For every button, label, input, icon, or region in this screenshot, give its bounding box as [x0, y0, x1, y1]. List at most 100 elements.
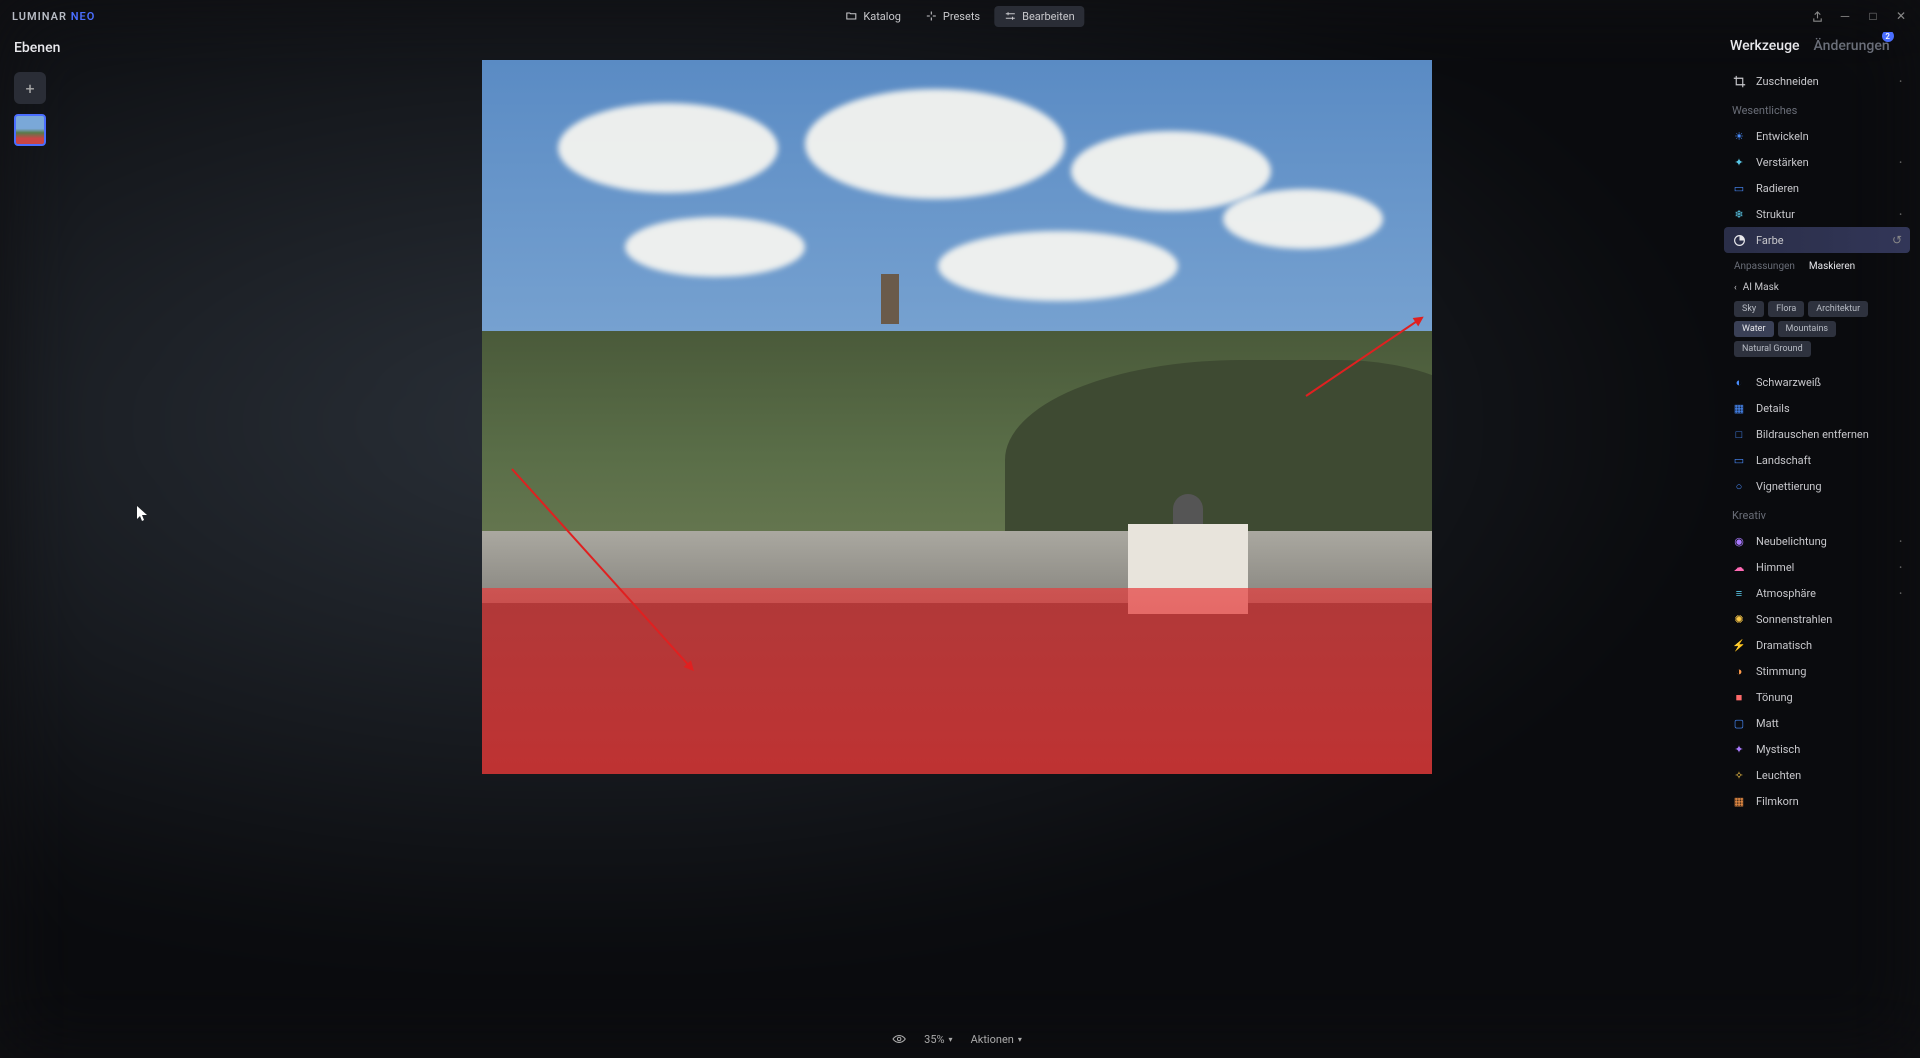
topbar: LUMINAR NEO Katalog Presets Bearbeiten ─…: [0, 0, 1920, 32]
share-icon[interactable]: [1810, 9, 1824, 23]
actions-menu[interactable]: Aktionen ▾: [971, 1033, 1022, 1046]
tool-label: Zuschneiden: [1756, 75, 1819, 88]
tool-radieren[interactable]: ▭ Radieren: [1724, 175, 1910, 201]
crop-icon: [1732, 74, 1746, 88]
enhance-icon: ✦: [1732, 155, 1746, 169]
image-canvas[interactable]: [482, 60, 1432, 774]
tool-details[interactable]: ▦ Details: [1724, 395, 1910, 421]
zoom-level[interactable]: 35% ▾: [924, 1033, 952, 1046]
chevron-down-icon: ▾: [949, 1035, 953, 1044]
window-controls: ─ □ ✕: [1810, 9, 1908, 23]
tab-werkzeuge[interactable]: Werkzeuge: [1730, 38, 1800, 54]
cloud: [1223, 189, 1383, 249]
chip-natural-ground[interactable]: Natural Ground: [1734, 341, 1811, 357]
grain-icon: ▦: [1732, 794, 1746, 808]
logo-text: LUMINAR: [12, 10, 67, 23]
tool-leuchten[interactable]: ✧ Leuchten: [1724, 762, 1910, 788]
tool-filmkorn[interactable]: ▦ Filmkorn: [1724, 788, 1910, 814]
tool-label: Struktur: [1756, 208, 1795, 221]
tool-landschaft[interactable]: ▭ Landschaft: [1724, 447, 1910, 473]
structure-icon: ❄: [1732, 207, 1746, 221]
tool-entwickeln[interactable]: ☀ Entwickeln: [1724, 123, 1910, 149]
tool-label: Vignettierung: [1756, 480, 1822, 493]
subtab-anpassungen[interactable]: Anpassungen: [1734, 261, 1795, 272]
tool-dramatisch[interactable]: ⚡ Dramatisch: [1724, 632, 1910, 658]
tool-label: Details: [1756, 402, 1790, 415]
mouse-cursor: [137, 506, 149, 522]
landscape-icon: ▭: [1732, 453, 1746, 467]
cloud: [625, 217, 805, 277]
tool-neubelichtung[interactable]: ◉ Neubelichtung •: [1724, 528, 1910, 554]
close-button[interactable]: ✕: [1894, 9, 1908, 23]
subtab-maskieren[interactable]: Maskieren: [1809, 261, 1855, 272]
maximize-button[interactable]: □: [1866, 9, 1880, 23]
modified-dot: •: [1899, 589, 1902, 598]
sparkle-icon: [925, 10, 937, 22]
tool-toenung[interactable]: ■ Tönung: [1724, 684, 1910, 710]
reset-icon[interactable]: ↺: [1892, 233, 1902, 247]
main-layout: Ebenen + 35% ▾: [0, 32, 1920, 1058]
section-wesentliches: Wesentliches: [1724, 94, 1910, 123]
tool-label: Filmkorn: [1756, 795, 1799, 808]
chip-mountains[interactable]: Mountains: [1778, 321, 1837, 337]
tool-stimmung[interactable]: ◑ Stimmung: [1724, 658, 1910, 684]
tool-matt[interactable]: ▢ Matt: [1724, 710, 1910, 736]
modified-dot: •: [1899, 210, 1902, 219]
ai-mask-label: AI Mask: [1743, 282, 1779, 293]
cloud: [938, 231, 1178, 301]
tool-label: Verstärken: [1756, 156, 1809, 169]
tool-zuschneiden[interactable]: Zuschneiden •: [1724, 68, 1910, 94]
zoom-value: 35%: [924, 1033, 944, 1046]
canvas-bottom-bar: 35% ▾ Aktionen ▾: [892, 1032, 1022, 1046]
sky-icon: ☁: [1732, 560, 1746, 574]
denoise-icon: □: [1732, 427, 1746, 441]
mood-icon: ◑: [1732, 664, 1746, 678]
tool-vignettierung[interactable]: ○ Vignettierung: [1724, 473, 1910, 499]
matte-icon: ▢: [1732, 716, 1746, 730]
nav-presets[interactable]: Presets: [915, 6, 990, 27]
tool-schwarzweiss[interactable]: ◐ Schwarzweiß: [1724, 369, 1910, 395]
modified-dot: •: [1899, 158, 1902, 167]
minimize-button[interactable]: ─: [1838, 9, 1852, 23]
add-layer-button[interactable]: +: [14, 72, 46, 104]
tool-verstaerken[interactable]: ✦ Verstärken •: [1724, 149, 1910, 175]
chip-flora[interactable]: Flora: [1768, 301, 1804, 317]
visibility-toggle[interactable]: [892, 1032, 906, 1046]
tool-struktur[interactable]: ❄ Struktur •: [1724, 201, 1910, 227]
chip-architektur[interactable]: Architektur: [1808, 301, 1868, 317]
tool-farbe[interactable]: Farbe ↺: [1724, 227, 1910, 253]
tool-label: Tönung: [1756, 691, 1793, 704]
layer-thumbnail[interactable]: [14, 114, 46, 146]
ai-mask-back[interactable]: ‹ AI Mask: [1734, 282, 1900, 301]
mystical-icon: ✦: [1732, 742, 1746, 756]
tool-mystisch[interactable]: ✦ Mystisch: [1724, 736, 1910, 762]
nav-katalog-label: Katalog: [863, 10, 901, 23]
tool-label: Leuchten: [1756, 769, 1801, 782]
chip-water[interactable]: Water: [1734, 321, 1774, 337]
sunrays-icon: ✺: [1732, 612, 1746, 626]
vignette-icon: ○: [1732, 479, 1746, 493]
tool-label: Entwickeln: [1756, 130, 1809, 143]
tab-aenderungen[interactable]: Änderungen2: [1814, 38, 1890, 54]
modified-dot: •: [1899, 537, 1902, 546]
bw-icon: ◐: [1732, 375, 1746, 389]
tool-atmosphaere[interactable]: ≡ Atmosphäre •: [1724, 580, 1910, 606]
chevron-down-icon: ▾: [1018, 1035, 1022, 1044]
tool-label: Sonnenstrahlen: [1756, 613, 1832, 626]
sliders-icon: [1004, 10, 1016, 22]
nav-bearbeiten-label: Bearbeiten: [1022, 10, 1075, 23]
toning-icon: ■: [1732, 690, 1746, 704]
tool-label: Radieren: [1756, 182, 1799, 195]
nav-bearbeiten[interactable]: Bearbeiten: [994, 6, 1085, 27]
nav-katalog[interactable]: Katalog: [835, 6, 911, 27]
actions-label: Aktionen: [971, 1033, 1014, 1046]
tool-bildrauschen[interactable]: □ Bildrauschen entfernen: [1724, 421, 1910, 447]
tool-sonnenstrahlen[interactable]: ✺ Sonnenstrahlen: [1724, 606, 1910, 632]
section-kreativ: Kreativ: [1724, 499, 1910, 528]
cloud: [805, 89, 1065, 199]
tool-himmel[interactable]: ☁ Himmel •: [1724, 554, 1910, 580]
right-tabs: Werkzeuge Änderungen2: [1724, 38, 1910, 54]
folder-icon: [845, 10, 857, 22]
chip-sky[interactable]: Sky: [1734, 301, 1764, 317]
tool-label: Mystisch: [1756, 743, 1800, 756]
